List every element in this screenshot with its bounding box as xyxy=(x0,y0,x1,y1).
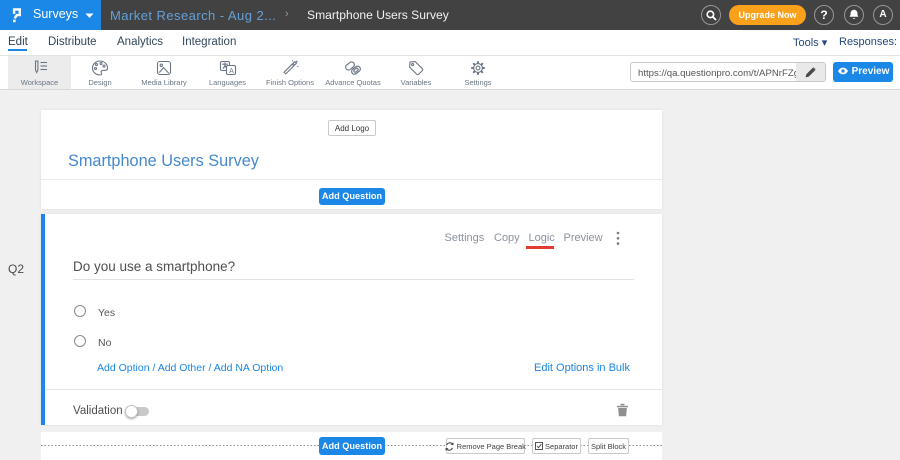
svg-text:A: A xyxy=(229,68,234,75)
